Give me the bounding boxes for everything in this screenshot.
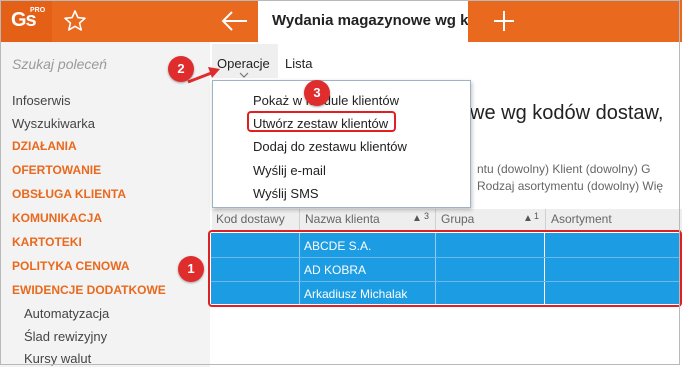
screenshot-frame	[0, 0, 680, 365]
